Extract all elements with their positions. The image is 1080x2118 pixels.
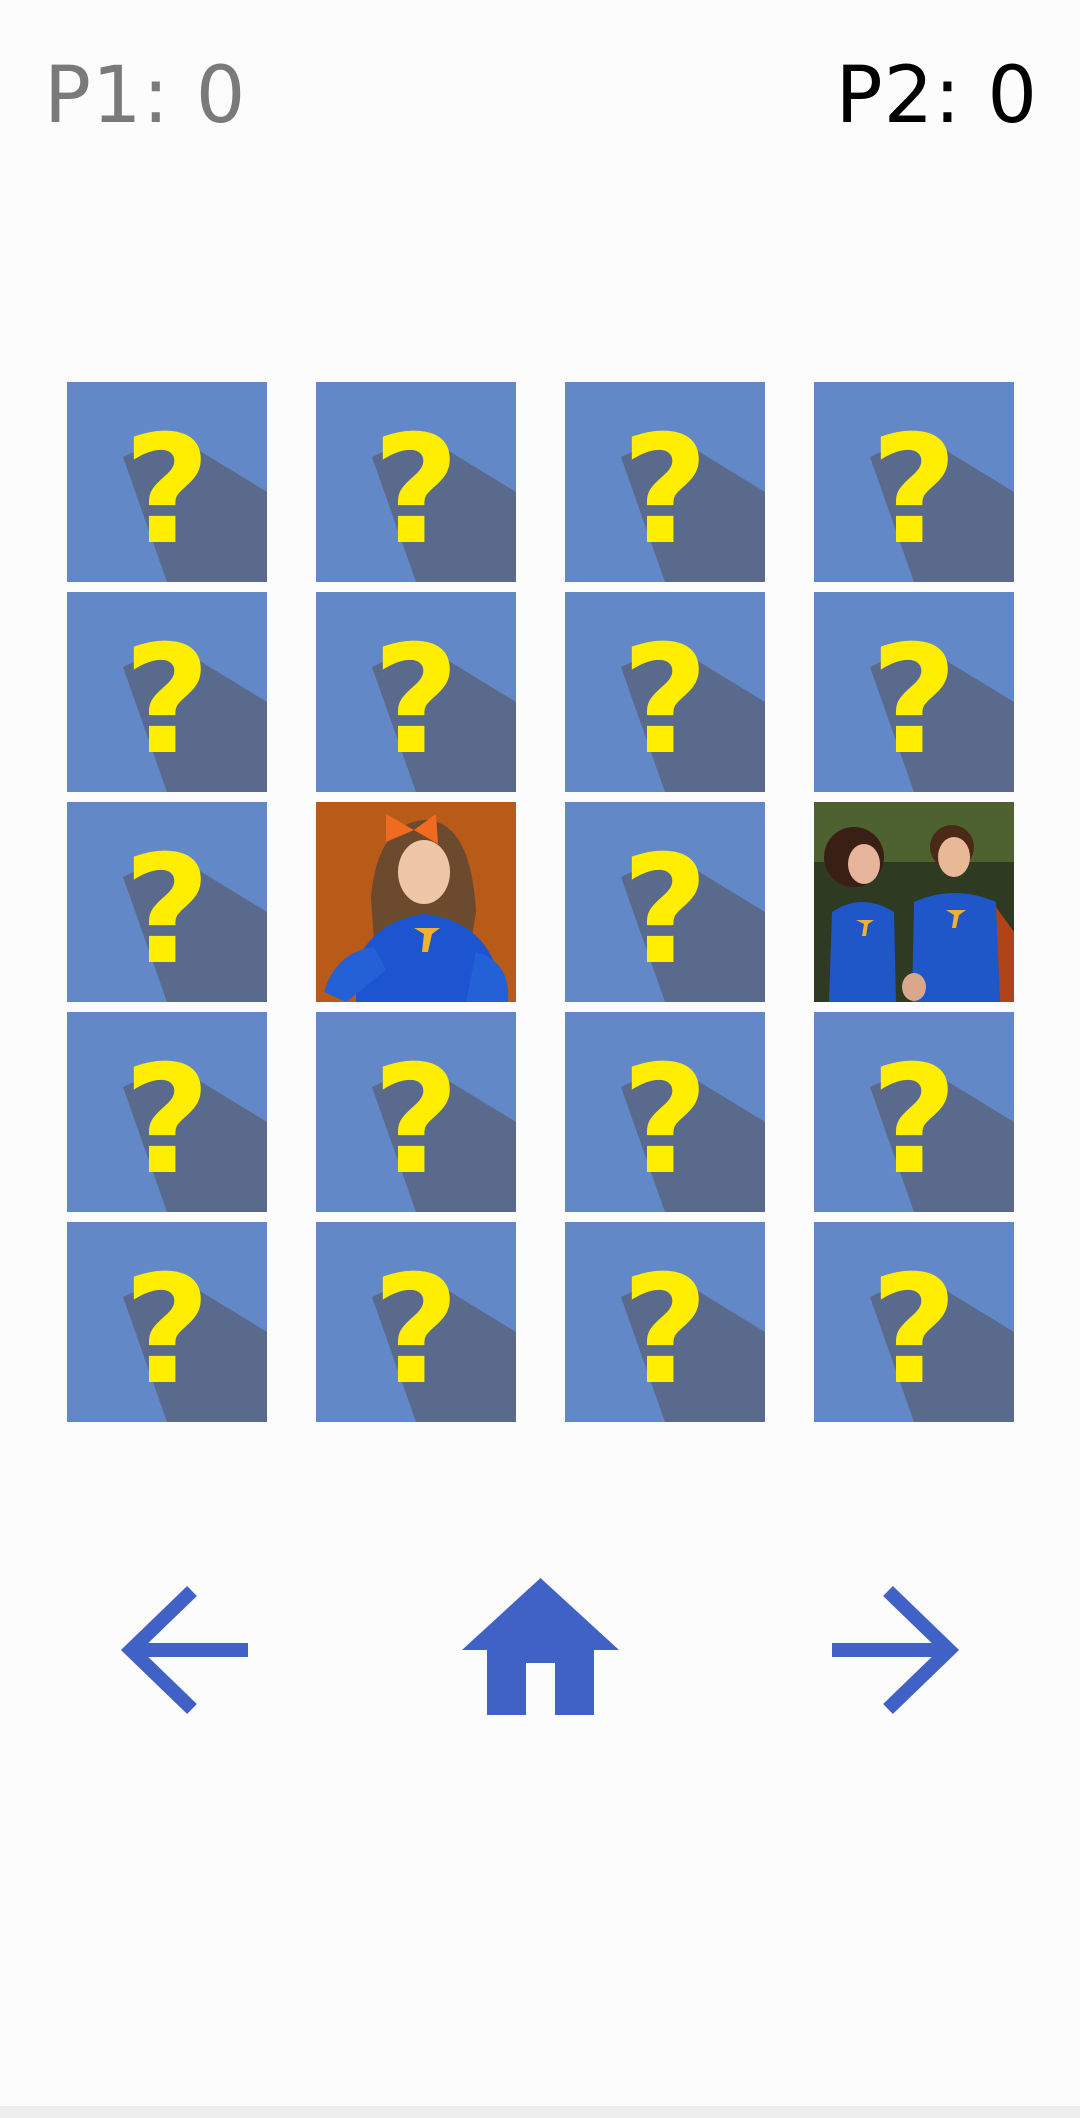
question-mark-glyph: ?	[870, 614, 957, 788]
back-button[interactable]	[120, 1585, 250, 1715]
card-back: ?	[67, 1012, 267, 1212]
question-mark-glyph: ?	[372, 614, 459, 788]
memory-card[interactable]: ?	[814, 1222, 1014, 1422]
memory-card[interactable]: ?	[67, 802, 267, 1002]
memory-card[interactable]: ?	[67, 1222, 267, 1422]
card-back: ?	[67, 802, 267, 1002]
memory-card[interactable]: ?	[316, 1012, 516, 1212]
question-mark-glyph: ?	[372, 1034, 459, 1208]
card-back: ?	[67, 592, 267, 792]
question-mark-glyph: ?	[621, 1244, 708, 1418]
memory-board: ??????????????????	[67, 382, 1015, 1422]
photo-girl-superhero-suit	[316, 802, 516, 1002]
arrow-right-icon	[832, 1585, 960, 1715]
memory-card[interactable]: ?	[67, 592, 267, 792]
question-mark-glyph: ?	[123, 614, 210, 788]
card-back: ?	[565, 592, 765, 792]
home-button[interactable]	[462, 1578, 619, 1715]
card-back: ?	[565, 802, 765, 1002]
question-mark-glyph: ?	[123, 1034, 210, 1208]
question-mark-glyph: ?	[123, 1244, 210, 1418]
home-icon	[462, 1578, 619, 1715]
card-back: ?	[316, 1222, 516, 1422]
question-mark-glyph: ?	[123, 404, 210, 578]
arrow-left-icon	[120, 1585, 248, 1715]
question-mark-glyph: ?	[621, 1034, 708, 1208]
card-back: ?	[67, 1222, 267, 1422]
card-back: ?	[316, 382, 516, 582]
bottom-strip	[0, 2106, 1080, 2118]
question-mark-glyph: ?	[870, 1244, 957, 1418]
question-mark-glyph: ?	[621, 824, 708, 998]
card-back: ?	[565, 382, 765, 582]
question-mark-glyph: ?	[372, 1244, 459, 1418]
memory-card[interactable]	[814, 802, 1014, 1002]
player2-score: P2: 0	[835, 51, 1038, 141]
memory-card[interactable]: ?	[814, 1012, 1014, 1212]
card-back: ?	[565, 1222, 765, 1422]
memory-card[interactable]: ?	[565, 1012, 765, 1212]
question-mark-glyph: ?	[372, 404, 459, 578]
card-back: ?	[814, 1222, 1014, 1422]
memory-card[interactable]: ?	[565, 1222, 765, 1422]
memory-card[interactable]: ?	[565, 592, 765, 792]
next-button[interactable]	[830, 1585, 960, 1715]
memory-card[interactable]: ?	[316, 1222, 516, 1422]
memory-card[interactable]	[316, 802, 516, 1002]
memory-card[interactable]: ?	[316, 592, 516, 792]
question-mark-glyph: ?	[123, 824, 210, 998]
question-mark-glyph: ?	[621, 614, 708, 788]
memory-card[interactable]: ?	[565, 382, 765, 582]
card-back: ?	[316, 1012, 516, 1212]
memory-card[interactable]: ?	[565, 802, 765, 1002]
memory-card[interactable]: ?	[67, 1012, 267, 1212]
memory-card[interactable]: ?	[814, 592, 1014, 792]
player1-score: P1: 0	[44, 51, 247, 141]
card-back: ?	[814, 382, 1014, 582]
memory-card[interactable]: ?	[67, 382, 267, 582]
question-mark-glyph: ?	[621, 404, 708, 578]
question-mark-glyph: ?	[870, 1034, 957, 1208]
card-back: ?	[814, 592, 1014, 792]
memory-card[interactable]: ?	[814, 382, 1014, 582]
photo-superhero-family	[814, 802, 1014, 1002]
card-back: ?	[316, 592, 516, 792]
card-back: ?	[67, 382, 267, 582]
card-back: ?	[565, 1012, 765, 1212]
memory-card[interactable]: ?	[316, 382, 516, 582]
question-mark-glyph: ?	[870, 404, 957, 578]
card-back: ?	[814, 1012, 1014, 1212]
